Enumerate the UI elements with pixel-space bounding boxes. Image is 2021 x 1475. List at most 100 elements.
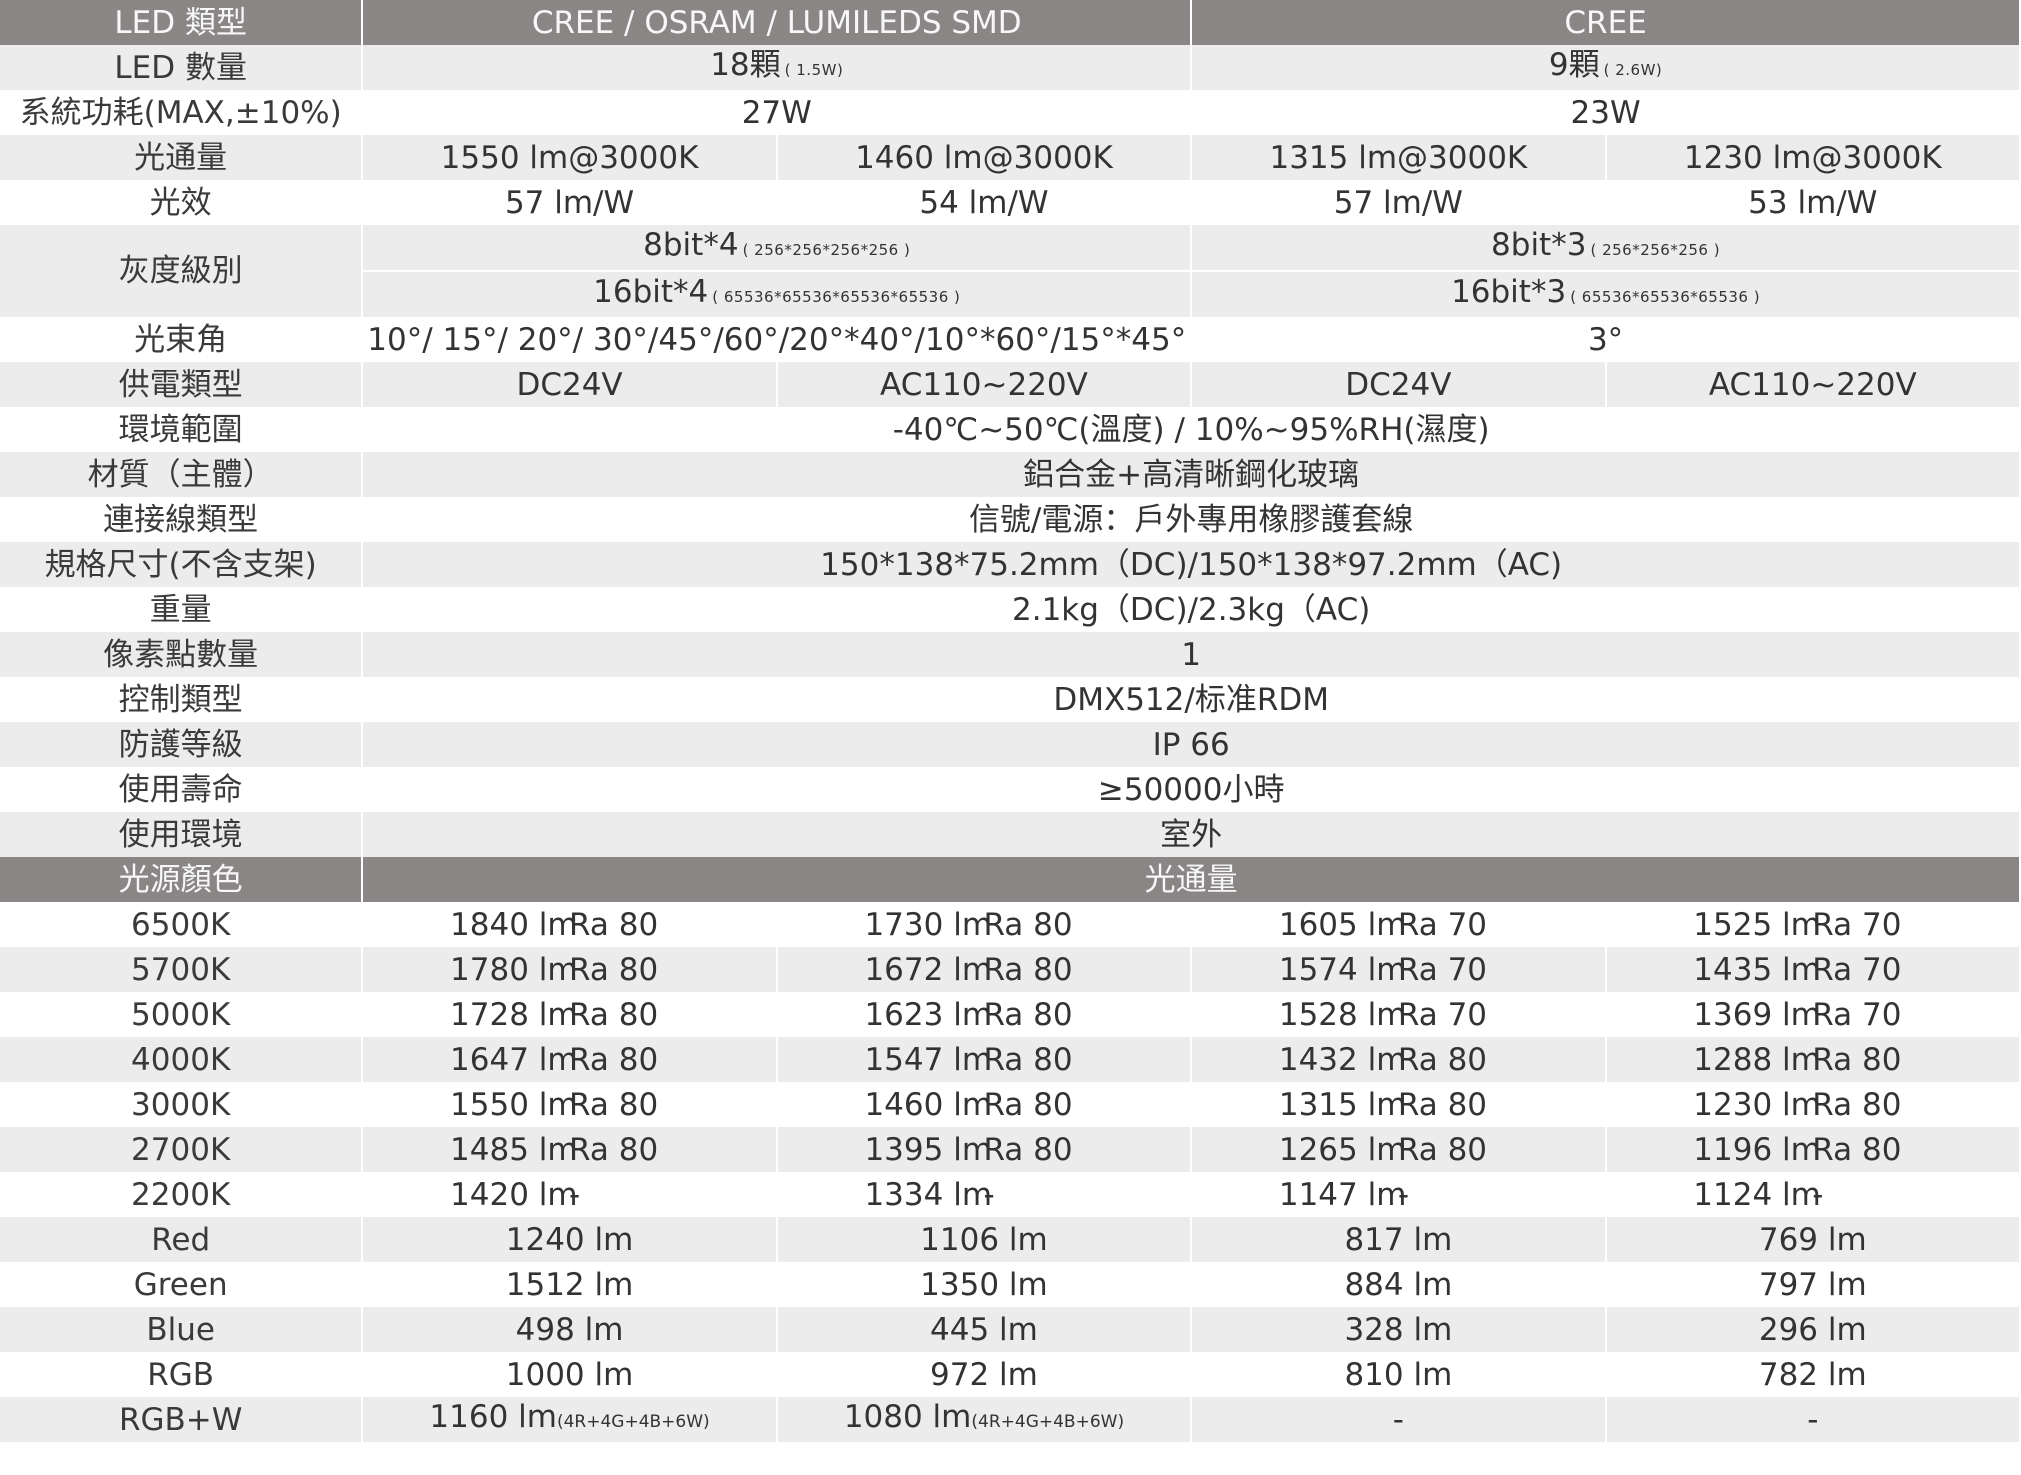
lumen-cell: 1780 lmRa 80 bbox=[362, 947, 778, 992]
lumen-cell: 1369 lmRa 70 bbox=[1605, 992, 2021, 1037]
lumen-cell: 1240 lm bbox=[362, 1217, 778, 1262]
row-label: 使用壽命 bbox=[0, 767, 364, 812]
color-row: 5000K 1728 lmRa 80 1623 lmRa 80 1528 lmR… bbox=[0, 992, 2021, 1037]
row-label: LED 數量 bbox=[0, 45, 364, 90]
lumen-cell: 1080 lm(4R+4G+4B+6W) bbox=[776, 1397, 1193, 1442]
spec-row: 環境範圍 -40℃~50℃(溫度) / 10%~95%RH(濕度) bbox=[0, 407, 2021, 452]
lumen-cell: 328 lm bbox=[1191, 1307, 1607, 1352]
flux-cell: 1315 lm@3000K bbox=[1191, 135, 1607, 180]
row-label: Blue bbox=[0, 1307, 364, 1352]
lumen-cell: 1672 lmRa 80 bbox=[776, 947, 1193, 992]
header-row: LED 類型 CREE / OSRAM / LUMILEDS SMD CREE bbox=[0, 0, 2021, 45]
lumen-cell: 1605 lmRa 70 bbox=[1191, 902, 1607, 947]
spec-value: 1 bbox=[362, 632, 2021, 677]
lumen-cell: 782 lm bbox=[1605, 1352, 2021, 1397]
lumen-cell: 296 lm bbox=[1605, 1307, 2021, 1352]
lumen-cell: 1230 lmRa 80 bbox=[1605, 1082, 2021, 1127]
grayscale-b1: 8bit*3( 256*256*256 ) bbox=[1191, 225, 2021, 272]
spec-value: 鋁合金+高清晰鋼化玻璃 bbox=[362, 452, 2021, 497]
row-label: Green bbox=[0, 1262, 364, 1307]
row-label: 5000K bbox=[0, 992, 364, 1037]
header-label: LED 類型 bbox=[0, 0, 364, 45]
spec-value: 2.1kg（DC)/2.3kg（AC) bbox=[362, 587, 2021, 632]
grayscale-b2: 16bit*3( 65536*65536*65536 ) bbox=[1191, 271, 2021, 317]
row-label: RGB bbox=[0, 1352, 364, 1397]
lumen-cell: 797 lm bbox=[1605, 1262, 2021, 1307]
color-row: 2200K 1420 lm- 1334 lm- 1147 lm- 1124 lm… bbox=[0, 1172, 2021, 1217]
spec-row: 使用環境 室外 bbox=[0, 812, 2021, 857]
color-header-row: 光源顏色 光通量 bbox=[0, 857, 2021, 902]
supply-cell: AC110~220V bbox=[776, 362, 1193, 407]
flux-cell: 1230 lm@3000K bbox=[1605, 135, 2021, 180]
row-label: 控制類型 bbox=[0, 677, 364, 722]
grayscale-row-1: 灰度級別 8bit*4( 256*256*256*256 ) 8bit*3( 2… bbox=[0, 225, 2021, 317]
spec-table: LED 類型 CREE / OSRAM / LUMILEDS SMD CREE … bbox=[0, 0, 2021, 1442]
lumen-cell: 1288 lmRa 80 bbox=[1605, 1037, 2021, 1082]
row-label: 防護等級 bbox=[0, 722, 364, 767]
efficacy-cell: 54 lm/W bbox=[776, 180, 1193, 225]
spec-row: 控制類型 DMX512/标准RDM bbox=[0, 677, 2021, 722]
flux-cell: 1460 lm@3000K bbox=[776, 135, 1193, 180]
efficacy-row: 光效 57 lm/W 54 lm/W 57 lm/W 53 lm/W bbox=[0, 180, 2021, 225]
row-label: 3000K bbox=[0, 1082, 364, 1127]
lumen-cell: 1000 lm bbox=[362, 1352, 778, 1397]
lumen-cell: 1334 lm- bbox=[776, 1172, 1193, 1217]
row-label: 環境範圍 bbox=[0, 407, 364, 452]
row-label: 光效 bbox=[0, 180, 364, 225]
spec-row: 重量 2.1kg（DC)/2.3kg（AC) bbox=[0, 587, 2021, 632]
spec-value: -40℃~50℃(溫度) / 10%~95%RH(濕度) bbox=[362, 407, 2021, 452]
spec-value: 150*138*75.2mm（DC)/150*138*97.2mm（AC) bbox=[362, 542, 2021, 587]
efficacy-cell: 57 lm/W bbox=[362, 180, 778, 225]
spec-value: 室外 bbox=[362, 812, 2021, 857]
header-group-a: CREE / OSRAM / LUMILEDS SMD bbox=[362, 0, 1193, 45]
row-label: 重量 bbox=[0, 587, 364, 632]
row-label: 光束角 bbox=[0, 317, 364, 362]
lumen-cell: 1512 lm bbox=[362, 1262, 778, 1307]
lumen-cell: 1574 lmRa 70 bbox=[1191, 947, 1607, 992]
grayscale-a2: 16bit*4( 65536*65536*65536*65536 ) bbox=[362, 271, 1193, 317]
single-color-row: RGB 1000 lm 972 lm 810 lm 782 lm bbox=[0, 1352, 2021, 1397]
row-label: 光通量 bbox=[0, 135, 364, 180]
row-label: 像素點數量 bbox=[0, 632, 364, 677]
row-label: 2700K bbox=[0, 1127, 364, 1172]
lumen-cell: 1106 lm bbox=[776, 1217, 1193, 1262]
flux-row: 光通量 1550 lm@3000K 1460 lm@3000K 1315 lm@… bbox=[0, 135, 2021, 180]
row-label: 系統功耗(MAX,±10%) bbox=[0, 90, 364, 135]
lumen-cell: 1485 lmRa 80 bbox=[362, 1127, 778, 1172]
lumen-cell: 1528 lmRa 70 bbox=[1191, 992, 1607, 1037]
spec-row: 使用壽命 ≥50000小時 bbox=[0, 767, 2021, 812]
lumen-cell: 1265 lmRa 80 bbox=[1191, 1127, 1607, 1172]
row-label: Red bbox=[0, 1217, 364, 1262]
lumen-cell: 1730 lmRa 80 bbox=[776, 902, 1193, 947]
spec-row: 連接線類型 信號/電源：戶外專用橡膠護套線 bbox=[0, 497, 2021, 542]
row-label: 5700K bbox=[0, 947, 364, 992]
row-label: 灰度級別 bbox=[0, 225, 364, 317]
lumen-cell: 1315 lmRa 80 bbox=[1191, 1082, 1607, 1127]
efficacy-cell: 57 lm/W bbox=[1191, 180, 1607, 225]
lumen-cell: 817 lm bbox=[1191, 1217, 1607, 1262]
lumen-cell: 769 lm bbox=[1605, 1217, 2021, 1262]
row-label: RGB+W bbox=[0, 1397, 364, 1442]
spec-value: ≥50000小時 bbox=[362, 767, 2021, 812]
rgbw-row: RGB+W 1160 lm(4R+4G+4B+6W) 1080 lm(4R+4G… bbox=[0, 1397, 2021, 1442]
single-color-row: Green 1512 lm 1350 lm 884 lm 797 lm bbox=[0, 1262, 2021, 1307]
power-row: 系統功耗(MAX,±10%) 27W 23W bbox=[0, 90, 2021, 135]
color-row: 5700K 1780 lmRa 80 1672 lmRa 80 1574 lmR… bbox=[0, 947, 2021, 992]
lumen-cell: 1525 lmRa 70 bbox=[1605, 902, 2021, 947]
row-label: 2200K bbox=[0, 1172, 364, 1217]
lumen-cell: 498 lm bbox=[362, 1307, 778, 1352]
supply-cell: DC24V bbox=[362, 362, 778, 407]
lumen-cell: 1435 lmRa 70 bbox=[1605, 947, 2021, 992]
flux-cell: 1550 lm@3000K bbox=[362, 135, 778, 180]
spec-row: 像素點數量 1 bbox=[0, 632, 2021, 677]
color-header-label: 光源顏色 bbox=[0, 857, 364, 902]
lumen-cell: 1350 lm bbox=[776, 1262, 1193, 1307]
led-qty-row: LED 數量 18顆( 1.5W) 9顆( 2.6W) bbox=[0, 45, 2021, 90]
supply-cell: AC110~220V bbox=[1605, 362, 2021, 407]
lumen-cell: 810 lm bbox=[1191, 1352, 1607, 1397]
spec-row: 材質（主體） 鋁合金+高清晰鋼化玻璃 bbox=[0, 452, 2021, 497]
color-row: 2700K 1485 lmRa 80 1395 lmRa 80 1265 lmR… bbox=[0, 1127, 2021, 1172]
row-label: 材質（主體） bbox=[0, 452, 364, 497]
efficacy-cell: 53 lm/W bbox=[1605, 180, 2021, 225]
lumen-cell: 1124 lm- bbox=[1605, 1172, 2021, 1217]
